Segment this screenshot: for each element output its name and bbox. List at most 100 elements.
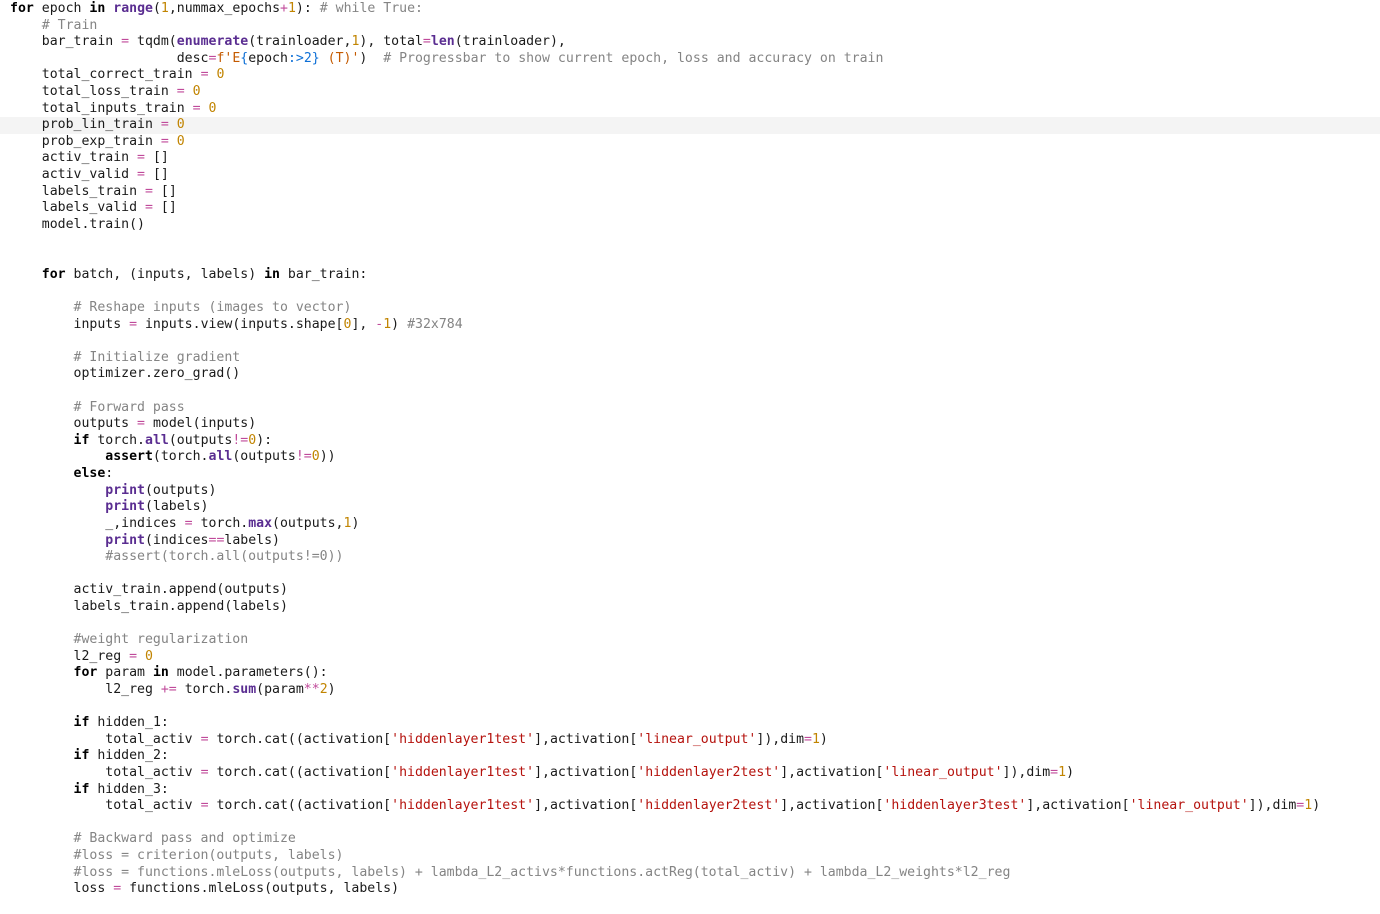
code-token: [] [145,150,169,166]
code-line[interactable]: assert(torch.all(outputs!=0)) [0,449,1380,466]
code-line[interactable]: activ_valid = [] [0,167,1380,184]
code-line[interactable] [0,699,1380,716]
code-token: (outputs [232,449,296,465]
code-line[interactable] [0,383,1380,400]
code-token: ) [819,731,828,747]
code-token: model.train() [10,216,145,232]
code-line[interactable]: labels_train.append(labels) [0,599,1380,616]
number-token: 1 [160,1,169,16]
code-line[interactable]: for epoch in range(1,nummax_epochs+1): #… [0,1,1380,18]
code-token: (trainloader, [248,34,352,50]
code-line[interactable]: #assert(torch.all(outputs!=0)) [0,549,1380,566]
number-token: 0 [176,117,185,133]
code-line[interactable] [0,815,1380,832]
code-line[interactable]: inputs = inputs.view(inputs.shape[0], -1… [0,317,1380,334]
code-line[interactable]: model.train() [0,217,1380,234]
code-token: torch.cat((activation[ [208,798,392,814]
code-token: total_inputs_train [10,100,193,116]
code-line[interactable]: loss = functions.mleLoss(outputs, labels… [0,881,1380,898]
operator-token: = [200,67,209,83]
code-line[interactable]: #loss = criterion(outputs, labels) [0,848,1380,865]
code-line[interactable]: labels_valid = [] [0,200,1380,217]
code-line[interactable]: bar_train = tqdm(enumerate(trainloader,1… [0,34,1380,51]
code-line[interactable]: # Backward pass and optimize [0,831,1380,848]
code-line[interactable]: total_activ = torch.cat((activation['hid… [0,798,1380,815]
code-line[interactable]: # Initialize gradient [0,350,1380,367]
code-token: ) [327,681,336,697]
code-line[interactable]: if hidden_3: [0,782,1380,799]
code-line[interactable]: print(indices==labels) [0,533,1380,550]
code-line[interactable]: total_correct_train = 0 [0,67,1380,84]
code-line[interactable]: for param in model.parameters(): [0,665,1380,682]
code-token: activ_train.append(outputs) [10,582,288,598]
number-token: 0 [248,432,257,448]
operator-token: = [160,133,169,149]
code-line[interactable]: total_activ = torch.cat((activation['hid… [0,765,1380,782]
operator-token: ** [303,681,320,697]
code-token: ], [351,316,376,332]
code-line[interactable]: #loss = functions.mleLoss(outputs, label… [0,865,1380,882]
code-line[interactable]: prob_exp_train = 0 [0,134,1380,151]
code-line[interactable] [0,566,1380,583]
code-token: l2_reg [10,681,161,697]
code-line[interactable] [0,250,1380,267]
code-line[interactable]: _,indices = torch.max(outputs,1) [0,516,1380,533]
code-line[interactable]: if hidden_2: [0,748,1380,765]
code-line[interactable]: l2_reg += torch.sum(param**2) [0,682,1380,699]
code-line[interactable]: outputs = model(inputs) [0,416,1380,433]
code-editor[interactable]: for epoch in range(1,nummax_epochs+1): #… [0,0,1380,914]
code-line[interactable]: total_inputs_train = 0 [0,101,1380,118]
code-line[interactable]: print(outputs) [0,483,1380,500]
string-token: 'hiddenlayer2test' [637,798,781,814]
operator-token: = [176,84,185,100]
code-line[interactable] [0,283,1380,300]
code-token: l2_reg [10,648,130,664]
code-token: (torch. [152,449,209,465]
code-line[interactable]: activ_train = [] [0,150,1380,167]
builtin-token: all [208,449,233,465]
code-line[interactable]: #weight regularization [0,632,1380,649]
fstring-token: f'E [216,50,241,66]
code-line[interactable]: optimizer.zero_grad() [0,366,1380,383]
code-line[interactable]: l2_reg = 0 [0,649,1380,666]
code-line[interactable]: desc=f'E{epoch:>2} (T)') # Progressbar t… [0,51,1380,68]
code-line[interactable]: # Forward pass [0,400,1380,417]
code-token: prob_exp_train [10,133,161,149]
operator-token: = [121,34,130,50]
builtin-token: print [105,482,145,498]
number-token: 0 [311,449,320,465]
keyword-token: if [73,715,90,731]
code-line[interactable]: print(labels) [0,499,1380,516]
keyword-token: in [89,1,106,16]
code-token: ]),dim [1002,765,1051,781]
code-line[interactable]: total_loss_train = 0 [0,84,1380,101]
code-token: (outputs) [144,482,217,498]
code-line[interactable]: activ_train.append(outputs) [0,582,1380,599]
code-token: optimizer.zero_grad() [10,366,241,382]
code-line[interactable] [0,234,1380,251]
code-line[interactable]: # Train [0,18,1380,35]
code-line[interactable]: # Reshape inputs (images to vector) [0,300,1380,317]
string-token: 'linear_output' [637,731,757,747]
code-line[interactable]: if hidden_1: [0,715,1380,732]
code-token: ]),dim [1248,798,1297,814]
keyword-token: in [152,665,169,681]
code-line[interactable]: for batch, (inputs, labels) in bar_train… [0,267,1380,284]
code-token: total_loss_train [10,84,177,100]
code-line[interactable]: else: [0,466,1380,483]
code-line[interactable]: total_activ = torch.cat((activation['hid… [0,732,1380,749]
code-line[interactable]: if torch.all(outputs!=0): [0,433,1380,450]
operator-token: = [144,200,153,216]
code-line[interactable]: labels_train = [] [0,184,1380,201]
code-line[interactable] [0,616,1380,633]
code-line[interactable] [0,333,1380,350]
operator-token: = [160,117,169,133]
code-token: inputs [10,316,130,332]
code-token: total_activ [10,798,201,814]
code-token: torch. [89,432,145,448]
keyword-token: if [73,432,90,448]
code-line-current[interactable]: prob_lin_train = 0 [0,117,1380,134]
